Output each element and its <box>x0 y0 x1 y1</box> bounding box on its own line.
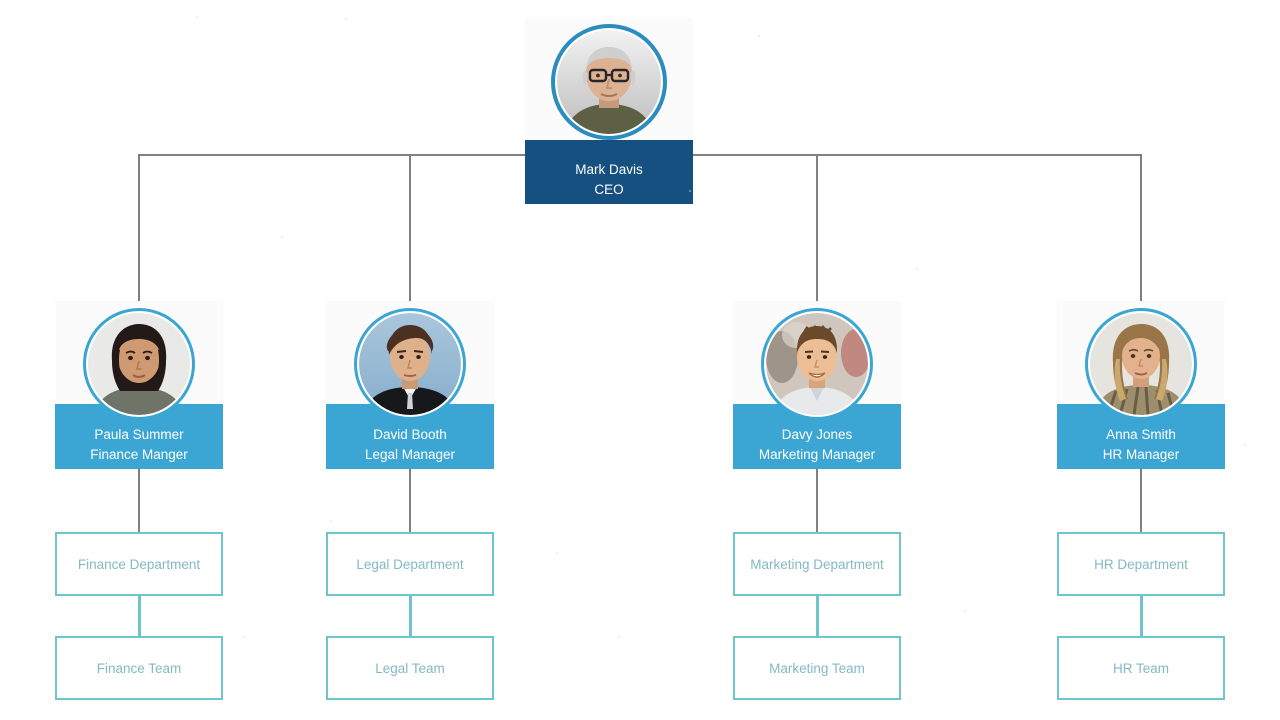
department-box[interactable]: HR Department <box>1057 532 1225 596</box>
avatar <box>766 313 868 415</box>
connector-bus-left <box>139 154 526 156</box>
connector-marketing-department-to-team <box>816 594 819 638</box>
background-speck <box>758 35 760 37</box>
avatar <box>557 30 661 134</box>
photo-davy-jones-icon <box>766 313 868 415</box>
department-box[interactable]: Finance Department <box>55 532 223 596</box>
manager-name: Davy Jones <box>781 427 853 442</box>
ceo-title: CEO <box>594 182 624 197</box>
background-speck <box>345 18 347 20</box>
manager-title: HR Manager <box>1102 447 1180 462</box>
org-node-manager-legal[interactable]: David Booth Legal Manager <box>326 301 494 469</box>
ceo-label-bar: Mark Davis CEO <box>525 140 693 204</box>
background-speck <box>281 236 283 238</box>
connector-marketing-manager-to-department <box>816 469 818 533</box>
background-speck <box>964 610 966 612</box>
background-speck <box>556 552 558 554</box>
background-speck <box>689 190 691 192</box>
team-box[interactable]: Finance Team <box>55 636 223 700</box>
team-box[interactable]: Marketing Team <box>733 636 901 700</box>
manager-title: Legal Manager <box>364 447 456 462</box>
background-speck <box>196 16 198 18</box>
avatar <box>359 313 461 415</box>
photo-david-booth-icon <box>359 313 461 415</box>
connector-hr-manager-to-department <box>1140 469 1142 533</box>
connector-finance-manager-to-department <box>138 469 140 533</box>
department-box[interactable]: Legal Department <box>326 532 494 596</box>
connector-finance-department-to-team <box>138 594 141 638</box>
connector-drop-hr <box>1140 154 1142 312</box>
org-node-manager-finance[interactable]: Paula Summer Finance Manger <box>55 301 223 469</box>
team-box[interactable]: Legal Team <box>326 636 494 700</box>
connector-legal-manager-to-department <box>409 469 411 533</box>
manager-title: Marketing Manager <box>758 447 876 462</box>
photo-paula-summer-icon <box>88 313 190 415</box>
connector-drop-finance <box>138 154 140 312</box>
org-node-ceo[interactable]: Mark Davis CEO <box>525 18 693 204</box>
org-node-manager-marketing[interactable]: Davy Jones Marketing Manager <box>733 301 901 469</box>
avatar <box>1090 313 1192 415</box>
manager-title: Finance Manger <box>90 447 188 462</box>
background-speck <box>916 268 918 270</box>
connector-drop-legal <box>409 154 411 312</box>
avatar <box>88 313 190 415</box>
connector-drop-marketing <box>816 154 818 312</box>
background-speck <box>243 636 245 638</box>
org-chart-canvas: Mark Davis CEO Paula Summer Finance Mang… <box>0 0 1280 720</box>
department-box[interactable]: Marketing Department <box>733 532 901 596</box>
org-node-manager-hr[interactable]: Anna Smith HR Manager <box>1057 301 1225 469</box>
background-speck <box>1244 444 1246 446</box>
photo-mark-davis-icon <box>557 30 661 134</box>
manager-name: David Booth <box>373 427 447 442</box>
manager-name: Paula Summer <box>94 427 184 442</box>
connector-legal-department-to-team <box>409 594 412 638</box>
background-speck <box>618 636 620 638</box>
background-speck <box>330 520 332 522</box>
connector-bus-right <box>692 154 1142 156</box>
ceo-name: Mark Davis <box>575 162 643 177</box>
team-box[interactable]: HR Team <box>1057 636 1225 700</box>
photo-anna-smith-icon <box>1090 313 1192 415</box>
connector-hr-department-to-team <box>1140 594 1143 638</box>
manager-name: Anna Smith <box>1106 427 1176 442</box>
